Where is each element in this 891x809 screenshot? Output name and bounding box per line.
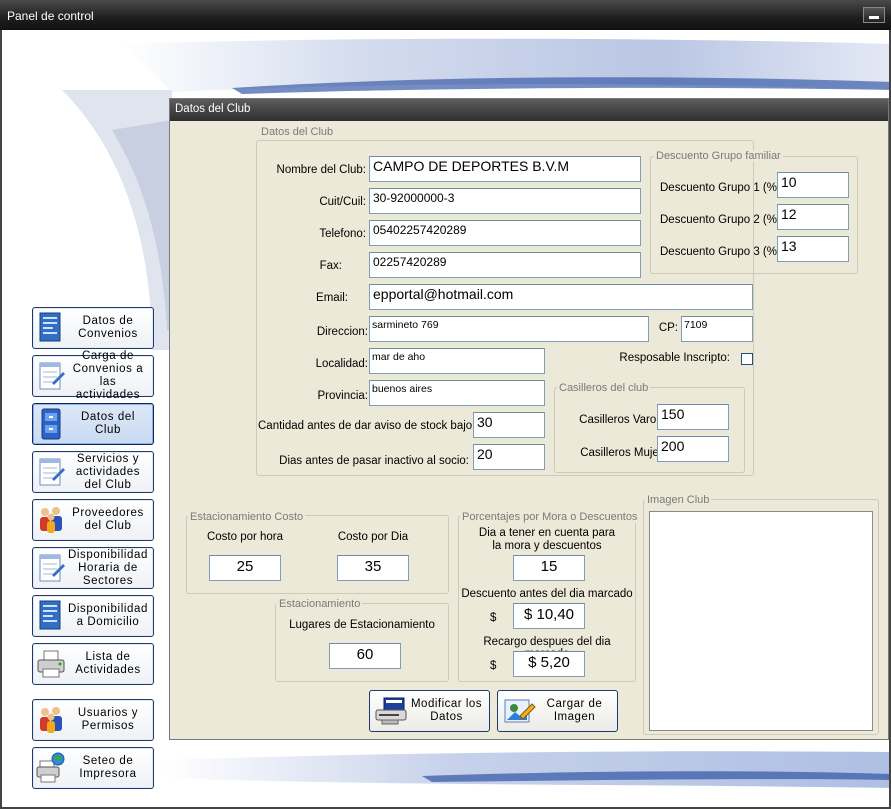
window-title: Panel de control [7, 9, 94, 23]
responsable-checkbox[interactable] [741, 353, 753, 365]
mora-desc-currency: $ [490, 612, 497, 624]
casilleros-varones-field[interactable]: 150 [657, 404, 729, 430]
lugares-field[interactable]: 60 [329, 643, 401, 669]
descuento-g3-field[interactable]: 13 [777, 236, 849, 262]
cuit-label: Cuit/Cuil: [319, 196, 366, 208]
inactivo-field[interactable]: 20 [473, 444, 545, 470]
nav-button-label: Datos de Convenios [78, 315, 138, 340]
users-icon [36, 703, 66, 737]
nav-button-label: Datos del Club [81, 411, 135, 436]
mora-rec-field[interactable]: $ 5,20 [513, 651, 585, 677]
imagen-club-box[interactable] [649, 511, 873, 731]
nav-button-9[interactable]: Usuarios y Permisos [32, 699, 154, 741]
cp-field[interactable]: 7109 [681, 316, 753, 342]
nav-button-7[interactable]: Disponibilidad a Domicilio [32, 595, 154, 637]
document-icon [36, 599, 66, 633]
nav-button-label: Disponibilidad a Domicilio [68, 603, 148, 628]
telefono-label: Telefono: [319, 228, 366, 240]
estac-group-title: Estacionamiento [277, 598, 363, 610]
modificar-datos-label: Modificar los Datos [410, 698, 483, 723]
modificar-datos-button[interactable]: Modificar los Datos [369, 690, 490, 732]
notepad-icon [36, 455, 66, 489]
nav-button-10[interactable]: Seteo de Impresora [32, 747, 154, 789]
responsable-label: Resposable Inscripto: [619, 352, 730, 364]
minimize-button[interactable] [863, 7, 885, 23]
localidad-field[interactable]: mar de aho [369, 348, 545, 374]
notepad-icon [36, 359, 66, 393]
printer-icon [36, 647, 66, 681]
direccion-field[interactable]: sarmineto 769 [369, 316, 649, 342]
mora-group-title: Porcentajes por Mora o Descuentos [460, 511, 640, 523]
casilleros-group-title: Casilleros del club [557, 382, 651, 394]
datos-club-group-title: Datos del Club [261, 126, 334, 138]
descuento-g1-field[interactable]: 10 [777, 172, 849, 198]
casilleros-mujeres-field[interactable]: 200 [657, 436, 729, 462]
nav-button-label: Usuarios y Permisos [77, 707, 139, 732]
nav-button-1[interactable]: Datos de Convenios [32, 307, 154, 349]
nombre-label: Nombre del Club: [276, 164, 366, 176]
inactivo-label: Dias antes de pasar inactivo al socio: [279, 455, 469, 467]
users-icon [36, 503, 66, 537]
localidad-label: Localidad: [315, 358, 368, 370]
mora-dia-label: Dia a tener en cuenta para la mora y des… [478, 527, 616, 552]
nav-button-2[interactable]: Carga de Convenios a las actividades [32, 350, 154, 401]
nav-button-4[interactable]: Servicios y actividades del Club [32, 451, 154, 493]
costo-dia-label: Costo por Dia [337, 531, 409, 543]
stock-label: Cantidad antes de dar aviso de stock baj… [258, 420, 476, 432]
costo-hora-field[interactable]: 25 [209, 555, 281, 581]
cp-label: CP: [658, 322, 678, 334]
descuento-g1-label: Descuento Grupo 1 (%) [660, 182, 781, 194]
descuento-g2-label: Descuento Grupo 2 (%) [660, 214, 781, 226]
mora-desc-label: Descuento antes del dia marcado [461, 588, 633, 600]
direccion-label: Direccion: [316, 326, 368, 338]
nav-button-label: Disponibilidad Horaria de Sectores [68, 548, 148, 587]
costo-dia-field[interactable]: 35 [337, 555, 409, 581]
inner-window-title: Datos del Club [170, 99, 888, 121]
email-field[interactable]: epportal@hotmail.com [369, 284, 753, 310]
nav-button-label: Seteo de Impresora [79, 755, 137, 780]
provincia-field[interactable]: buenos aires [369, 380, 545, 406]
provincia-label: Provincia: [317, 390, 369, 402]
nav-button-label: Proveedores del Club [72, 507, 144, 532]
nav-button-6[interactable]: Disponibilidad Horaria de Sectores [32, 547, 154, 589]
cargar-imagen-button[interactable]: Cargar de Imagen [497, 690, 618, 732]
telefono-field[interactable]: 05402257420289 [369, 220, 641, 246]
mora-desc-field[interactable]: $ 10,40 [513, 603, 585, 629]
fax-label: Fax: [319, 260, 342, 272]
nav-button-3[interactable]: Datos del Club [32, 403, 154, 445]
nombre-field[interactable]: CAMPO DE DEPORTES B.V.M [369, 156, 641, 182]
estac-costo-group-title: Estacionamiento Costo [188, 511, 306, 523]
notepad-icon [36, 551, 66, 585]
nav-button-label: Carga de Convenios a las actividades [72, 350, 144, 401]
descuento-g2-field[interactable]: 12 [777, 204, 849, 230]
cabinet-icon [36, 407, 66, 441]
cuit-field[interactable]: 30-92000000-3 [369, 188, 641, 214]
printer-globe-icon [36, 751, 66, 785]
mora-dia-field[interactable]: 15 [513, 555, 585, 581]
mora-rec-currency: $ [490, 660, 497, 672]
computer-icon [374, 696, 408, 726]
nav-button-8[interactable]: Lista de Actividades [32, 643, 154, 685]
nav-button-label: Servicios y actividades del Club [75, 452, 141, 491]
imagen-group-title: Imagen Club [645, 494, 712, 506]
descuento-g3-label: Descuento Grupo 3 (%) [660, 246, 781, 258]
nav-button-label: Lista de Actividades [75, 651, 141, 676]
cargar-imagen-label: Cargar de Imagen [546, 698, 603, 723]
email-label: Email: [316, 292, 348, 304]
stock-field[interactable]: 30 [473, 412, 545, 438]
costo-hora-label: Costo por hora [206, 531, 284, 543]
window-titlebar: Panel de control [0, 0, 891, 30]
image-edit-icon [502, 696, 536, 726]
document-icon [36, 311, 66, 345]
lugares-label: Lugares de Estacionamiento [289, 619, 435, 631]
fax-field[interactable]: 02257420289 [369, 252, 641, 278]
nav-button-5[interactable]: Proveedores del Club [32, 499, 154, 541]
descuento-group-title: Descuento Grupo familiar [654, 150, 783, 162]
